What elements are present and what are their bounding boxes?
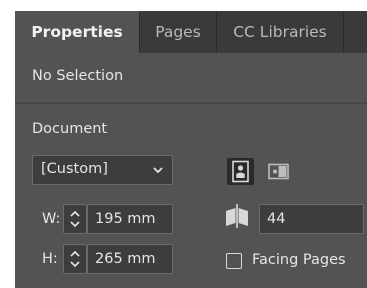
stepper-arrows-icon xyxy=(70,250,80,268)
stepper-arrows-icon xyxy=(70,210,80,228)
selection-status: No Selection xyxy=(32,68,124,84)
tab-cc-libraries[interactable]: CC Libraries xyxy=(217,11,343,53)
facing-pages-label: Facing Pages xyxy=(252,252,346,268)
properties-panel: Properties Pages CC Libraries No Selecti… xyxy=(15,11,367,288)
tab-properties[interactable]: Properties xyxy=(15,11,139,53)
chevron-down-icon xyxy=(153,167,163,174)
portrait-page-icon xyxy=(232,160,249,183)
pages-count-input[interactable]: 44 xyxy=(259,204,364,234)
panel-tab-bar: Properties Pages CC Libraries xyxy=(15,11,367,53)
tab-separator xyxy=(343,11,344,53)
width-input[interactable]: 195 mm xyxy=(87,204,173,234)
portrait-orientation-button[interactable] xyxy=(227,158,254,185)
document-preset-dropdown[interactable]: [Custom] xyxy=(32,155,173,185)
height-input[interactable]: 265 mm xyxy=(87,244,173,274)
height-label: H: xyxy=(42,251,58,267)
height-stepper[interactable] xyxy=(63,244,87,274)
document-preset-value: [Custom] xyxy=(41,161,108,177)
tab-pages[interactable]: Pages xyxy=(140,11,216,53)
width-label: W: xyxy=(42,211,61,227)
pages-icon xyxy=(226,204,248,228)
width-stepper[interactable] xyxy=(63,204,87,234)
landscape-page-icon xyxy=(268,163,289,180)
section-divider xyxy=(15,102,367,104)
document-section-title: Document xyxy=(32,121,108,137)
landscape-orientation-button[interactable] xyxy=(265,158,292,185)
facing-pages-checkbox[interactable] xyxy=(226,253,242,269)
